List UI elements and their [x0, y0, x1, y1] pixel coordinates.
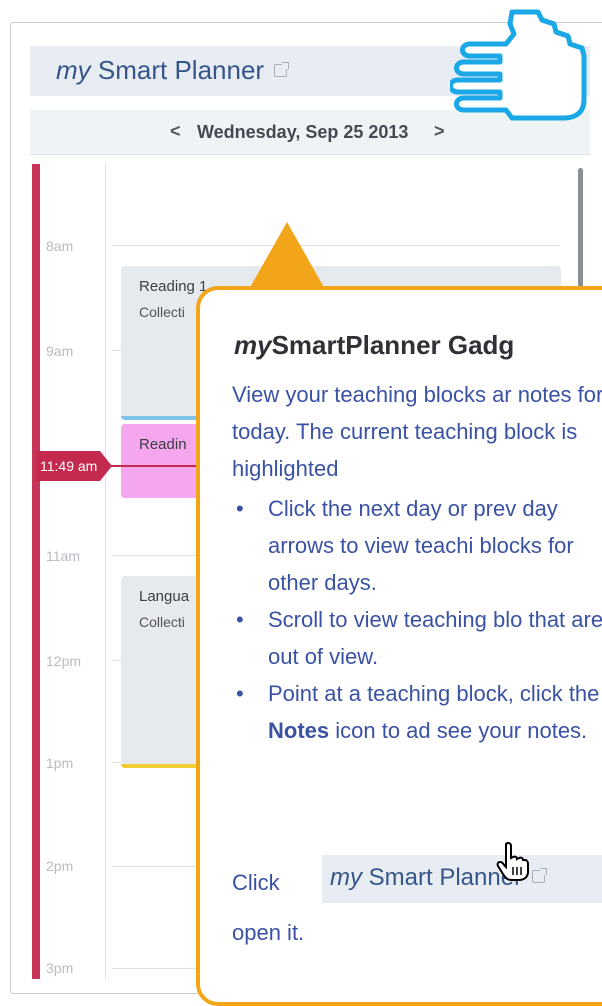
- callout-step: Scroll to view teaching blo that are out…: [232, 601, 602, 675]
- callout-step: Point at a teaching block, click the Not…: [232, 675, 602, 749]
- gadget-title-my: my: [56, 55, 91, 85]
- time-label: 1pm: [46, 755, 74, 771]
- time-label: 9am: [46, 343, 74, 359]
- teaching-block-title: Reading 1: [139, 278, 208, 295]
- time-label: 3pm: [46, 960, 74, 976]
- open-instruction: open it.: [232, 920, 305, 945]
- link-title-my: my: [330, 864, 362, 891]
- callout-title-my: my: [234, 330, 272, 360]
- time-label: 2pm: [46, 858, 74, 874]
- help-callout: mySmartPlanner Gadg View your teaching b…: [196, 286, 602, 1006]
- callout-step-text: icon to ad see your notes.: [329, 718, 588, 743]
- time-label: 11am: [46, 548, 80, 564]
- teaching-block-title: Readin: [139, 436, 187, 453]
- current-date: Wednesday, Sep 25 2013: [197, 122, 409, 142]
- external-link-icon: [532, 868, 548, 884]
- current-time-badge: 11:49 am: [36, 451, 112, 481]
- click-instruction: Click: [232, 870, 280, 895]
- callout-step-text: Point at a teaching block, click the: [268, 681, 600, 706]
- gadget-title[interactable]: my Smart Planner: [56, 55, 290, 86]
- callout-title-text: SmartPlanner Gadg: [271, 330, 515, 360]
- timeline-bar: [32, 164, 40, 979]
- hour-gridline: [112, 245, 560, 246]
- hand-cursor-icon: [496, 842, 529, 881]
- teaching-block-collection: Collecti: [139, 614, 185, 630]
- callout-intro: View your teaching blocks ar notes for t…: [232, 382, 602, 481]
- teaching-block-collection: Collecti: [139, 304, 185, 320]
- callout-step: Click the next day or prev day arrows to…: [232, 490, 602, 601]
- previous-day-button[interactable]: <: [170, 121, 181, 142]
- gadget-title-text: Smart Planner: [90, 55, 265, 85]
- smart-planner-link-example[interactable]: my Smart Planner: [322, 855, 602, 903]
- callout-title: mySmartPlanner Gadg: [234, 330, 514, 361]
- callout-steps: Click the next day or prev day arrows to…: [232, 490, 602, 749]
- teaching-block-title: Langua: [139, 588, 190, 605]
- time-label: 8am: [46, 238, 74, 254]
- notes-keyword: Notes: [268, 718, 330, 743]
- pointing-hand-icon: [450, 9, 587, 121]
- timeline-divider: [105, 164, 106, 979]
- next-day-button[interactable]: >: [434, 121, 445, 142]
- external-link-icon[interactable]: [274, 61, 290, 77]
- time-label: 12pm: [46, 653, 82, 669]
